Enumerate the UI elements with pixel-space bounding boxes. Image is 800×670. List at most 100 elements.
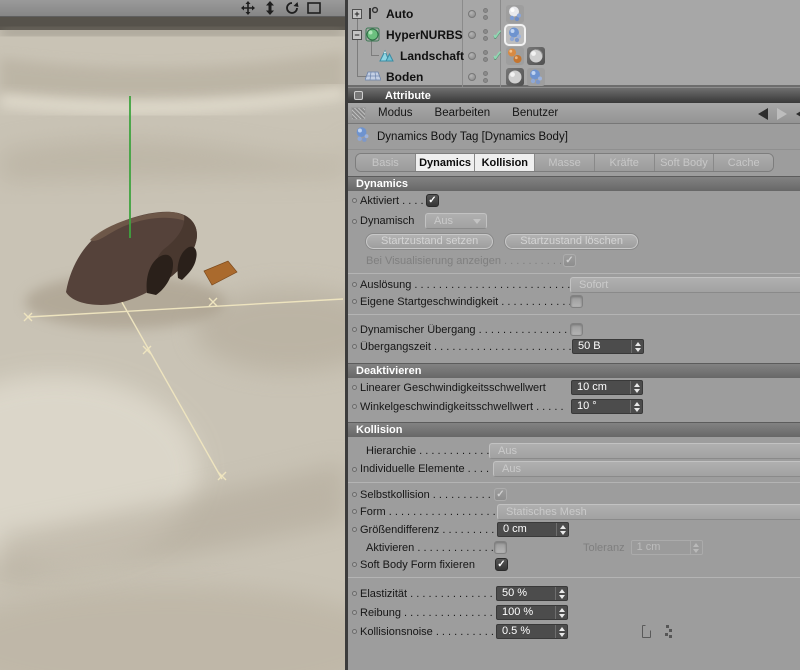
enable-dot[interactable]	[468, 9, 476, 18]
keyframe-circle-icon[interactable]	[352, 327, 357, 332]
stepper-icon[interactable]	[555, 625, 567, 638]
keyframe-circle-icon[interactable]	[352, 629, 357, 634]
stepper-icon[interactable]	[630, 400, 642, 413]
keyframe-circle-icon[interactable]	[352, 218, 357, 224]
keyframe-circle-icon[interactable]	[352, 527, 357, 532]
viewport-3d-scene[interactable]	[0, 17, 345, 670]
row-groessendifferenz: Größendifferenz . . . . . . . . . . . . …	[348, 520, 800, 539]
pan-camera-icon[interactable]	[240, 1, 255, 15]
object-row-boden[interactable]: Boden	[348, 66, 800, 87]
visibility-dots[interactable]	[483, 70, 488, 83]
row-kollisionsnoise: Kollisionsnoise . . . . . . . . . . . . …	[348, 622, 800, 641]
expand-icon[interactable]: +	[352, 8, 362, 19]
tab-basis[interactable]: Basis	[356, 154, 416, 171]
keyframe-circle-icon[interactable]	[352, 385, 357, 390]
eigene-startgeschwindigkeit-checkbox[interactable]	[570, 295, 583, 308]
groessendifferenz-field[interactable]: 0 cm	[497, 522, 569, 537]
stepper-icon	[689, 541, 702, 554]
orange-balls-tag-icon[interactable]	[506, 46, 524, 65]
tab-kollision[interactable]: Kollision	[475, 154, 536, 171]
enable-dot[interactable]	[468, 30, 476, 39]
separator	[348, 577, 800, 578]
dynamics-body-tag-icon[interactable]	[527, 67, 545, 86]
keyframe-circle-icon[interactable]	[352, 610, 357, 615]
collapse-icon[interactable]: −	[352, 29, 362, 40]
window-icon[interactable]	[354, 91, 363, 100]
winkel-schwellwert-field[interactable]: 10 °	[571, 399, 643, 414]
startzustand-setzen-button[interactable]: Startzustand setzen	[366, 233, 494, 249]
keyframe-circle-icon[interactable]	[352, 492, 357, 497]
history-back-icon[interactable]	[758, 107, 768, 120]
keyframe-circle-icon[interactable]	[352, 466, 357, 472]
dynamics-body-tag-icon[interactable]	[506, 4, 524, 23]
drag-grip-icon[interactable]	[351, 106, 366, 120]
kollisionsnoise-field[interactable]: 0.5 %	[496, 624, 568, 639]
dropdown-arrow-icon	[473, 218, 481, 224]
object-row-landschaft[interactable]: Landschaft ✓	[348, 45, 800, 66]
menu-bearbeiten[interactable]: Bearbeiten	[435, 107, 491, 119]
keyframe-circle-icon[interactable]	[352, 198, 357, 203]
tab-cache[interactable]: Cache	[714, 154, 773, 171]
section-header-deaktivieren[interactable]: Deaktivieren	[348, 363, 800, 378]
enable-dot[interactable]	[468, 72, 476, 81]
tab-dynamics[interactable]: Dynamics	[415, 154, 476, 171]
keyframe-circle-icon[interactable]	[352, 562, 357, 567]
keyframe-circle-icon[interactable]	[352, 591, 357, 596]
field-label: Winkelgeschwindigkeitsschwellwert . . . …	[360, 400, 564, 413]
enabled-check-icon: ✓	[492, 26, 503, 42]
noise-pattern-icon[interactable]	[659, 625, 672, 638]
visibility-dots[interactable]	[483, 28, 488, 41]
visibility-dots[interactable]	[483, 7, 488, 20]
object-label[interactable]: Landschaft	[400, 49, 464, 63]
keyframe-circle-icon[interactable]	[352, 404, 357, 409]
dynamics-body-tag-icon-selected[interactable]	[504, 23, 526, 46]
menu-benutzer[interactable]: Benutzer	[512, 107, 558, 119]
object-label[interactable]: Boden	[386, 70, 423, 84]
clipped-arrow-icon[interactable]	[796, 107, 800, 120]
stepper-icon[interactable]	[631, 340, 643, 353]
stepper-icon[interactable]	[556, 523, 568, 536]
stepper-icon[interactable]	[555, 587, 567, 600]
soft-body-form-fixieren-checkbox[interactable]: ✓	[495, 558, 508, 571]
row-soft-body-form-fixieren: Soft Body Form fixieren ✓	[348, 556, 800, 573]
toleranz-label: Toleranz	[583, 541, 625, 554]
visibility-dots[interactable]	[483, 49, 488, 62]
attribute-titlebar[interactable]: Attribute	[348, 87, 800, 103]
enable-dot[interactable]	[468, 51, 476, 60]
stepper-icon[interactable]	[630, 381, 642, 394]
elastizitaet-field[interactable]: 50 %	[496, 586, 568, 601]
object-row-auto[interactable]: + Auto	[348, 3, 800, 24]
phong-tag-icon[interactable]	[527, 46, 545, 65]
dynamischer-uebergang-checkbox[interactable]	[570, 323, 583, 336]
keyframe-circle-icon[interactable]	[352, 299, 357, 304]
section-header-dynamics[interactable]: Dynamics	[348, 176, 800, 191]
object-row-hypernurbs[interactable]: − HyperNURBS ✓	[348, 23, 800, 46]
phong-tag-icon[interactable]	[506, 67, 524, 86]
dynamisch-dropdown[interactable]: Aus	[425, 213, 487, 229]
tab-masse[interactable]: Masse	[535, 154, 595, 171]
reibung-field[interactable]: 100 %	[496, 605, 568, 620]
object-label[interactable]: HyperNURBS	[386, 28, 463, 42]
tab-kraefte[interactable]: Kräfte	[594, 154, 655, 171]
aktivieren-checkbox[interactable]	[494, 541, 507, 554]
toggle-view-icon[interactable]	[306, 1, 321, 15]
menu-modus[interactable]: Modus	[378, 107, 413, 119]
startzustand-loeschen-button[interactable]: Startzustand löschen	[505, 233, 638, 249]
separator	[348, 273, 800, 274]
section-header-kollision[interactable]: Kollision	[348, 422, 800, 437]
linearer-schwellwert-field[interactable]: 10 cm	[571, 380, 643, 395]
stepper-icon[interactable]	[555, 606, 567, 619]
page-icon[interactable]	[642, 625, 651, 638]
tab-softbody[interactable]: Soft Body	[654, 154, 715, 171]
dolly-camera-icon[interactable]	[262, 1, 277, 15]
uebergangszeit-field[interactable]: 50 B	[572, 339, 644, 354]
viewport-panel[interactable]	[0, 0, 345, 670]
aktiviert-checkbox[interactable]: ✓	[426, 194, 439, 207]
rotate-camera-icon[interactable]	[284, 1, 299, 15]
object-label[interactable]: Auto	[386, 7, 413, 21]
keyframe-circle-icon[interactable]	[352, 509, 357, 514]
keyframe-circle-icon[interactable]	[352, 344, 357, 349]
history-forward-icon	[777, 107, 787, 120]
field-label: Dynamisch	[360, 215, 415, 227]
keyframe-circle-icon[interactable]	[352, 282, 357, 287]
